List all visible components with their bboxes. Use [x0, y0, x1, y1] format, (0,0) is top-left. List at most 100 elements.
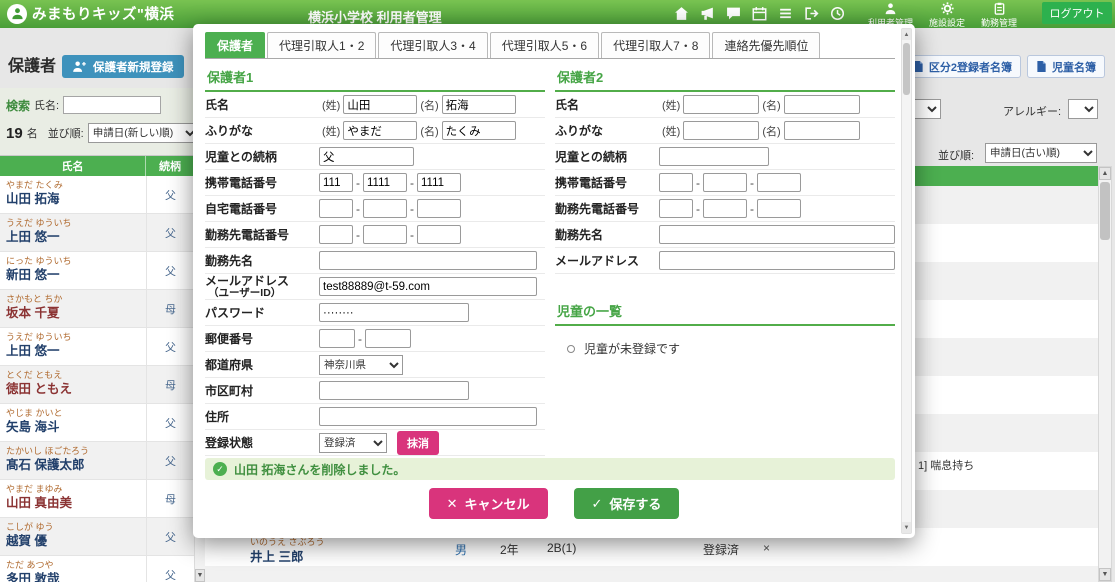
guardian2-work-tel1-input[interactable] [659, 199, 693, 218]
scrollbar-thumb[interactable] [903, 43, 910, 95]
guardian1-home-tel3-input[interactable] [417, 199, 461, 218]
modal-scrollbar[interactable]: ▲ ▼ [901, 28, 912, 534]
person-icon [884, 2, 897, 15]
guardian1-relation-input[interactable] [319, 147, 414, 166]
guardian1-zip1-input[interactable] [319, 329, 355, 348]
name-search-input[interactable] [63, 96, 161, 114]
guardian1-zip2-input[interactable] [365, 329, 411, 348]
tab-contact-priority[interactable]: 連絡先優先順位 [712, 32, 820, 58]
dash: - [410, 176, 414, 190]
form-row-kana: ふりがな (姓) (名) [205, 118, 545, 144]
table-row[interactable] [205, 566, 1098, 582]
calendar-icon[interactable] [752, 6, 767, 21]
list-item[interactable]: うえだ ゆういち上田 悠一父 [0, 328, 194, 366]
guardian2-mobile3-input[interactable] [757, 173, 801, 192]
guardian1-sei-input[interactable] [343, 95, 417, 114]
guardian2-work-name-input[interactable] [659, 225, 895, 244]
guardian2-sei-input[interactable] [683, 95, 759, 114]
list-item[interactable]: さかもと ちか坂本 千夏母 [0, 290, 194, 328]
guardian2-email-input[interactable] [659, 251, 895, 270]
guardian1-home-tel1-input[interactable] [319, 199, 353, 218]
nav-facility-settings[interactable]: 施設設定 [929, 2, 965, 29]
list-item[interactable]: こしが ゆう越賀 優父 [0, 518, 194, 556]
children-roster-button[interactable]: 児童名簿 [1027, 55, 1105, 78]
guardian1-mei-input[interactable] [442, 95, 516, 114]
scroll-down-icon[interactable]: ▼ [902, 522, 911, 533]
gender-cell: 男 [455, 541, 467, 558]
list-item[interactable]: やまだ たくみ山田 拓海父 [0, 176, 194, 214]
kubun2-roster-button[interactable]: 区分2登録者名簿 [904, 55, 1021, 78]
guardian2-mobile1-input[interactable] [659, 173, 693, 192]
left-sort-select[interactable]: 申請日(新しい順) [88, 123, 199, 143]
sign-in-icon[interactable] [804, 6, 819, 21]
guardian1-work-name-input[interactable] [319, 251, 537, 270]
menu-list-icon[interactable] [778, 6, 793, 21]
email-label: メールアドレス（ユーザーID） [205, 275, 319, 299]
cancel-button[interactable]: ✕ キャンセル [429, 488, 548, 519]
work-tel-label: 勤務先電話番号 [555, 203, 659, 215]
guardian1-status-select[interactable]: 登録済 [319, 433, 387, 453]
guardian1-kana-sei-input[interactable] [343, 121, 417, 140]
delete-registration-button[interactable]: 抹消 [397, 431, 439, 455]
form-row-name: 氏名 (姓) (名) [205, 92, 545, 118]
app-logo[interactable]: みまもりキッズ"横浜 [7, 3, 174, 24]
nav-work-management[interactable]: 勤務管理 [981, 2, 1017, 29]
search-area: 検索 氏名: 19 名 並び順: 申請日(新しい順) [0, 88, 205, 156]
guardian1-home-tel2-input[interactable] [363, 199, 407, 218]
tab-proxy-7-8[interactable]: 代理引取人7・8 [601, 32, 710, 58]
list-item[interactable]: やじま かいと矢島 海斗父 [0, 404, 194, 442]
list-item[interactable]: たかいし ほごたろう髙石 保護太郎父 [0, 442, 194, 480]
list-item[interactable]: にった ゆういち新田 悠一父 [0, 252, 194, 290]
guardian1-city-input[interactable] [319, 381, 469, 400]
home-icon[interactable] [674, 6, 689, 21]
scroll-up-icon[interactable]: ▲ [1099, 167, 1111, 180]
form-row-mobile: 携帯電話番号 - - [205, 170, 545, 196]
main-scrollbar[interactable]: ▲ ▼ [1098, 166, 1112, 582]
guardian1-work-tel3-input[interactable] [417, 225, 461, 244]
chat-icon[interactable] [726, 6, 741, 21]
roster-buttons: 区分2登録者名簿 児童名簿 [904, 55, 1105, 78]
list-item[interactable]: うえだ ゆういち上田 悠一父 [0, 214, 194, 252]
allergy-filter-select[interactable] [1068, 99, 1098, 119]
right-sort-select[interactable]: 申請日(古い順) [985, 143, 1097, 163]
guardian1-work-tel2-input[interactable] [363, 225, 407, 244]
logo-text: みまもりキッズ"横浜 [32, 3, 174, 24]
list-item[interactable]: やまだ まゆみ山田 真由美母 [0, 480, 194, 518]
save-button[interactable]: ✓ 保存する [574, 488, 680, 519]
dash: - [356, 228, 360, 242]
guardian1-mobile3-input[interactable] [417, 173, 461, 192]
megaphone-icon[interactable] [700, 6, 715, 21]
guardian1-address-input[interactable] [319, 407, 537, 426]
tab-proxy-1-2[interactable]: 代理引取人1・2 [267, 32, 376, 58]
dash: - [358, 332, 362, 346]
guardian1-email-input[interactable] [319, 277, 537, 296]
logout-button[interactable]: ログアウト [1042, 2, 1112, 24]
list-item[interactable]: とくだ ともえ徳田 ともえ母 [0, 366, 194, 404]
scroll-down-icon[interactable]: ▼ [195, 569, 205, 582]
history-icon[interactable] [830, 6, 845, 21]
guardian1-password-input[interactable] [319, 303, 469, 322]
guardian2-work-tel3-input[interactable] [757, 199, 801, 218]
mei-label: (名) [420, 123, 438, 139]
scroll-up-icon[interactable]: ▲ [902, 29, 911, 40]
guardian1-prefecture-select[interactable]: 神奈川県 [319, 355, 403, 375]
guardian1-work-tel1-input[interactable] [319, 225, 353, 244]
form-row-home-tel: 自宅電話番号 - - [205, 196, 545, 222]
list-item[interactable]: ただ あつや多田 敦哉父 [0, 556, 194, 582]
guardian2-work-tel2-input[interactable] [703, 199, 747, 218]
new-guardian-button[interactable]: 保護者新規登録 [62, 55, 184, 78]
guardian1-mobile1-input[interactable] [319, 173, 353, 192]
guardian2-relation-input[interactable] [659, 147, 769, 166]
scroll-down-icon[interactable]: ▼ [1099, 568, 1111, 581]
person-plus-icon [72, 60, 87, 73]
guardian1-mobile2-input[interactable] [363, 173, 407, 192]
tab-guardian[interactable]: 保護者 [205, 32, 265, 58]
guardian2-mei-input[interactable] [784, 95, 860, 114]
tab-proxy-5-6[interactable]: 代理引取人5・6 [490, 32, 599, 58]
guardian1-kana-mei-input[interactable] [442, 121, 516, 140]
scrollbar-thumb[interactable] [1100, 182, 1110, 240]
guardian2-kana-mei-input[interactable] [784, 121, 860, 140]
tab-proxy-3-4[interactable]: 代理引取人3・4 [378, 32, 487, 58]
guardian2-kana-sei-input[interactable] [683, 121, 759, 140]
guardian2-mobile2-input[interactable] [703, 173, 747, 192]
